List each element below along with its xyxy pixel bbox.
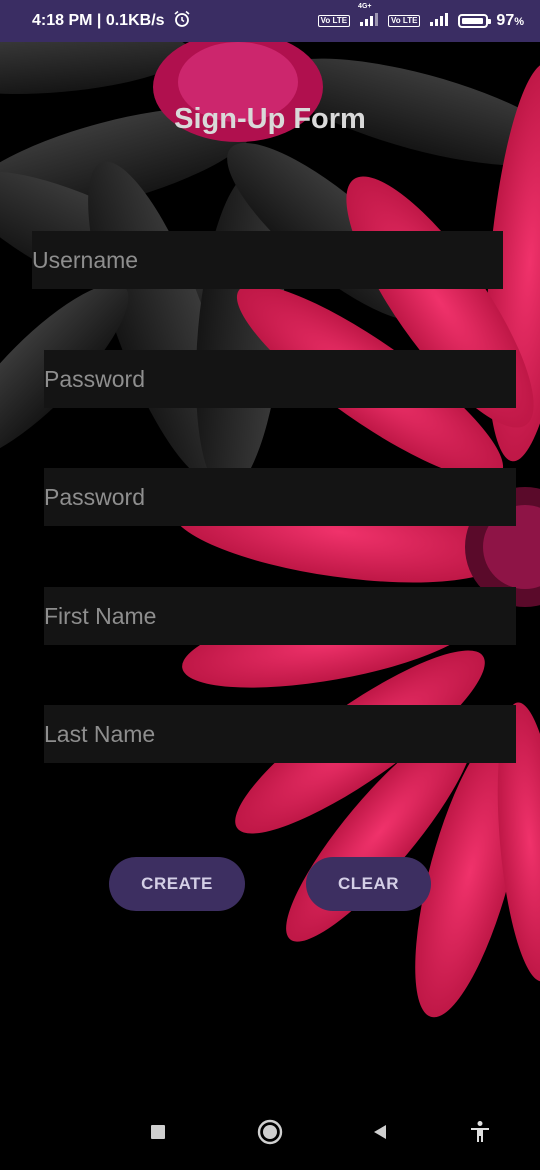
circle-icon[interactable] <box>250 1112 290 1152</box>
status-left: 4:18 PM | 0.1KB/s <box>32 0 191 42</box>
volte-badge-2: Vo LTE <box>388 15 421 27</box>
time-and-speed: 4:18 PM | 0.1KB/s <box>32 12 165 29</box>
navigation-bar <box>0 1090 540 1170</box>
square-icon[interactable] <box>138 1112 178 1152</box>
battery-fill <box>462 18 484 24</box>
accessibility-icon[interactable] <box>460 1112 500 1152</box>
signal-strength-icon <box>428 12 450 31</box>
battery-percent-value: 97 <box>496 12 515 29</box>
create-button[interactable]: CREATE <box>109 857 245 911</box>
battery-percent-unit: % <box>514 16 524 28</box>
first-name-field[interactable] <box>44 587 516 645</box>
network-type-label: 4G+ <box>358 2 372 10</box>
battery-icon <box>458 14 492 28</box>
network-signal-icon: 4G+ <box>358 3 380 31</box>
confirm-password-field[interactable] <box>44 468 516 526</box>
last-name-field[interactable] <box>44 705 516 763</box>
status-right: Vo LTE 4G+ Vo LTE 97% <box>317 0 524 42</box>
username-field[interactable] <box>32 231 503 289</box>
status-bar: 4:18 PM | 0.1KB/s Vo LTE 4G+ Vo LTE 97% <box>0 0 540 42</box>
flower-background-image <box>0 42 540 1018</box>
alarm-clock-icon <box>173 10 191 33</box>
volte-badge-1: Vo LTE <box>317 15 351 27</box>
page-title: Sign-Up Form <box>174 103 366 135</box>
password-field[interactable] <box>44 350 516 408</box>
triangle-back-icon[interactable] <box>360 1112 400 1152</box>
battery-percent: 97% <box>496 12 524 30</box>
clear-button[interactable]: CLEAR <box>306 857 431 911</box>
